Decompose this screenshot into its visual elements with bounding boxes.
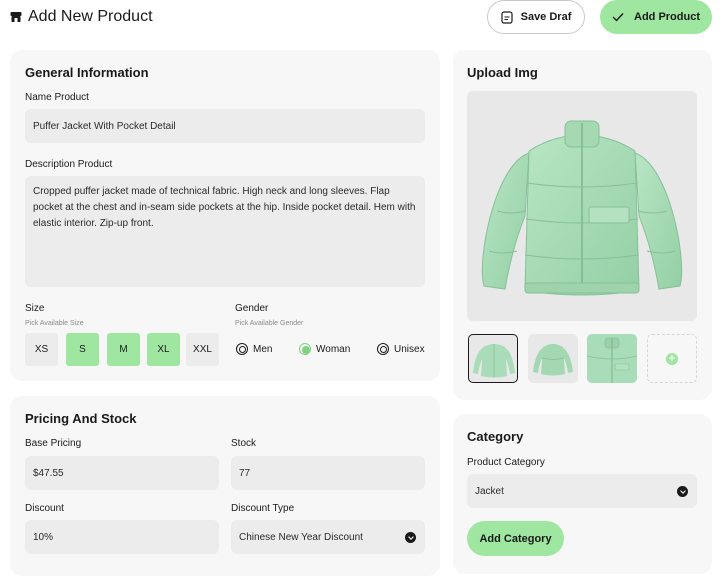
add-category-button[interactable]: Add Category bbox=[467, 521, 564, 556]
gender-label: Gender bbox=[235, 303, 269, 314]
page-title: Add New Product bbox=[28, 8, 153, 25]
top-bar: Add New Product Save Draf Add Product bbox=[0, 0, 722, 40]
gender-hint: Pick Available Gender bbox=[235, 320, 304, 327]
discount-type-label: Discount Type bbox=[231, 503, 295, 514]
thumbnail-1[interactable] bbox=[468, 334, 518, 383]
gender-radio-unisex[interactable]: Unisex bbox=[377, 343, 425, 355]
thumbnail-2[interactable] bbox=[528, 334, 578, 383]
category-title: Category bbox=[467, 429, 524, 444]
base-pricing-input[interactable]: $47.55 bbox=[25, 456, 219, 490]
general-information-title: General Information bbox=[25, 65, 149, 80]
jacket-thumbnail bbox=[533, 344, 573, 376]
stock-label: Stock bbox=[231, 438, 257, 449]
stock-input[interactable]: 77 bbox=[231, 456, 425, 490]
size-hint: Pick Available Size bbox=[25, 320, 84, 327]
size-option-m[interactable]: M bbox=[107, 333, 140, 366]
check-icon bbox=[612, 13, 624, 22]
gender-option-label: Woman bbox=[316, 343, 351, 355]
gender-option-label: Men bbox=[253, 343, 273, 355]
chevron-down-icon bbox=[677, 485, 688, 497]
size-option-xl[interactable]: XL bbox=[147, 333, 180, 366]
jacket-image bbox=[481, 120, 683, 296]
save-draft-button[interactable]: Save Draf bbox=[487, 0, 585, 34]
radio-indicator bbox=[236, 343, 248, 355]
chevron-down-icon bbox=[405, 531, 416, 543]
discount-label: Discount bbox=[25, 503, 64, 514]
radio-indicator bbox=[377, 343, 389, 355]
add-image-button[interactable]: + bbox=[647, 334, 697, 383]
discount-type-select[interactable]: Chinese New Year Discount bbox=[231, 520, 425, 554]
size-label: Size bbox=[25, 303, 45, 314]
size-option-s[interactable]: S bbox=[66, 333, 99, 366]
discount-type-value: Chinese New Year Discount bbox=[239, 531, 363, 543]
title-wrap: Add New Product bbox=[10, 8, 153, 26]
document-icon bbox=[501, 10, 513, 24]
radio-indicator bbox=[299, 343, 311, 355]
size-option-xxl[interactable]: XXL bbox=[186, 333, 219, 366]
jacket-thumbnail bbox=[587, 334, 637, 383]
upload-image-title: Upload Img bbox=[467, 65, 538, 80]
add-product-label: Add Product bbox=[634, 11, 700, 23]
store-icon bbox=[10, 12, 22, 22]
pricing-stock-title: Pricing And Stock bbox=[25, 411, 137, 426]
name-product-input[interactable]: Puffer Jacket With Pocket Detail bbox=[25, 109, 425, 143]
gender-radio-woman[interactable]: Woman bbox=[299, 343, 350, 355]
size-option-xs[interactable]: XS bbox=[25, 333, 58, 366]
description-textarea[interactable]: Cropped puffer jacket made of technical … bbox=[25, 176, 425, 287]
add-product-button[interactable]: Add Product bbox=[600, 0, 712, 34]
product-category-select[interactable]: Jacket bbox=[467, 474, 697, 508]
discount-input[interactable]: 10% bbox=[25, 520, 219, 554]
product-category-value: Jacket bbox=[475, 485, 504, 497]
gender-radio-men[interactable]: Men bbox=[236, 343, 272, 355]
gender-option-label: Unisex bbox=[394, 343, 425, 355]
jacket-thumbnail bbox=[473, 344, 515, 378]
base-pricing-label: Base Pricing bbox=[25, 438, 82, 449]
product-category-label: Product Category bbox=[467, 457, 545, 468]
name-product-label: Name Product bbox=[25, 92, 89, 103]
save-draft-label: Save Draf bbox=[520, 11, 572, 23]
plus-icon: + bbox=[666, 352, 678, 365]
description-label: Description Product bbox=[25, 159, 113, 170]
thumbnail-3[interactable] bbox=[587, 334, 637, 383]
product-main-image bbox=[467, 91, 697, 321]
